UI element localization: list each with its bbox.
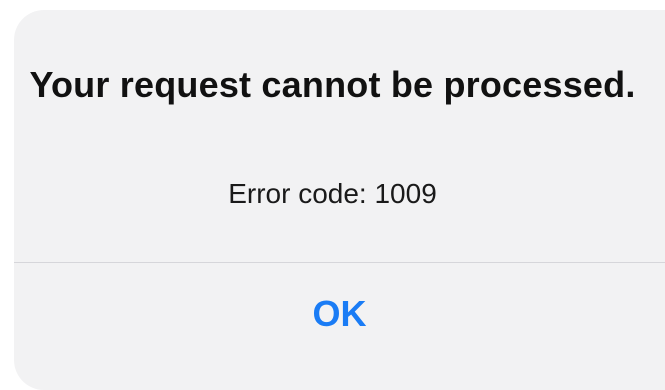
alert-message: Error code: 1009 [228,178,437,209]
alert-body: Your request cannot be processed. Error … [0,0,665,252]
alert-title: Your request cannot be processed. [29,64,636,105]
ok-button[interactable]: OK [14,263,665,364]
